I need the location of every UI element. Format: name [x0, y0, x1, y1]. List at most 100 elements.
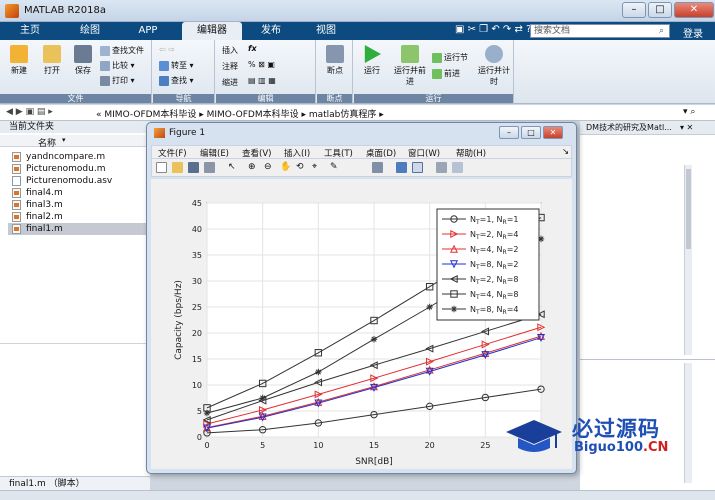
- menu-dock-icon[interactable]: ↘: [562, 147, 569, 157]
- close-button[interactable]: ✕: [674, 2, 714, 18]
- breadcrumb-item[interactable]: MIMO-OFDM本科毕设: [207, 110, 299, 120]
- data-point-series-6: [203, 409, 211, 417]
- x-tick-label: 10: [313, 441, 323, 450]
- file-item[interactable]: final4.m: [8, 187, 150, 199]
- menu-view[interactable]: 查看(V): [242, 147, 271, 159]
- quick-access-toolbar[interactable]: ▣ ✂ ❐ ↶ ↷ ⇄ ?: [455, 24, 531, 35]
- figure-toolbar: ↖ ⊕ ⊖ ✋ ⟲ ⌖ ✎: [151, 159, 572, 177]
- open-file-icon[interactable]: [172, 162, 183, 173]
- run-time-button[interactable]: 运行并计时: [476, 45, 512, 87]
- colorbar-icon[interactable]: [396, 162, 407, 173]
- figure-close-button[interactable]: ✕: [543, 126, 563, 139]
- y-axis-label: Capacity (bps/Hz): [174, 280, 184, 360]
- indent-tools-icon[interactable]: ▤ ▥ ▦: [248, 76, 276, 85]
- sort-icon[interactable]: ▾: [62, 136, 66, 144]
- new-figure-icon[interactable]: [156, 162, 167, 173]
- legend-icon[interactable]: [412, 162, 423, 173]
- show-plot-tools-icon[interactable]: [452, 162, 463, 173]
- login-link[interactable]: 登录: [683, 25, 703, 40]
- editor-scrollbar[interactable]: [684, 165, 692, 355]
- figure-maximize-button[interactable]: □: [521, 126, 541, 139]
- file-item[interactable]: final3.m: [8, 199, 150, 211]
- breakpoints-button[interactable]: 断点: [321, 45, 349, 76]
- brush-icon[interactable]: ✎: [330, 162, 341, 173]
- data-cursor-icon[interactable]: ⌖: [312, 162, 323, 173]
- y-tick-label: 20: [192, 329, 202, 338]
- save-disk-icon: [74, 45, 92, 63]
- stopwatch-icon: [485, 45, 503, 63]
- open-button[interactable]: 打开: [38, 45, 66, 76]
- tab-plots[interactable]: 绘图: [64, 22, 116, 40]
- save-figure-icon[interactable]: [188, 162, 199, 173]
- breadcrumb-item[interactable]: MIMO-OFDM本科毕设: [104, 110, 196, 120]
- tab-apps[interactable]: APP: [122, 22, 174, 40]
- file-item[interactable]: Picturenomodu.asv: [8, 175, 150, 187]
- minimize-button[interactable]: –: [622, 2, 646, 18]
- menu-help[interactable]: 帮助(H): [456, 147, 486, 159]
- edit-tools-icon[interactable]: % ⊠ ▣: [248, 60, 275, 69]
- run-section-icon: [432, 52, 442, 63]
- run-play-icon: [364, 45, 381, 63]
- indent-button[interactable]: 缩进: [222, 77, 238, 88]
- link-plot-icon[interactable]: [372, 162, 383, 173]
- run-section-button[interactable]: 运行节: [432, 52, 468, 63]
- advance-icon: [432, 68, 442, 79]
- print-button[interactable]: 打印 ▾: [100, 75, 135, 86]
- zoom-in-icon[interactable]: ⊕: [248, 162, 259, 173]
- editor-tab-controls-icon[interactable]: ▾ ✕: [680, 123, 693, 132]
- y-tick-label: 0: [197, 433, 202, 442]
- ribbon: 新建 打开 保存 查找文件 比较 ▾ 打印 ▾ 文件 ⇦ ⇨ 转至 ▾ 查找 ▾…: [0, 40, 715, 104]
- tab-home[interactable]: 主页: [6, 22, 54, 40]
- menu-edit[interactable]: 编辑(E): [200, 147, 229, 159]
- figure-minimize-button[interactable]: –: [499, 126, 519, 139]
- maximize-button[interactable]: □: [648, 2, 672, 18]
- new-button[interactable]: 新建: [6, 45, 32, 76]
- y-tick-label: 30: [192, 277, 202, 286]
- goto-button[interactable]: 转至 ▾: [159, 60, 194, 71]
- figure-menu-bar: 文件(F) 编辑(E) 查看(V) 插入(I) 工具(T) 桌面(D) 窗口(W…: [151, 145, 572, 159]
- menu-tools[interactable]: 工具(T): [324, 147, 353, 159]
- search-icon[interactable]: ⌕: [659, 26, 664, 36]
- column-header[interactable]: 名称 ▾: [0, 135, 150, 149]
- run-advance-button[interactable]: 运行并前进: [392, 45, 428, 87]
- print-figure-icon[interactable]: [204, 162, 215, 173]
- nav-back-icon[interactable]: ⇦ ⇨: [159, 45, 175, 54]
- advance-button[interactable]: 前进: [432, 68, 460, 79]
- tab-view[interactable]: 视图: [304, 22, 348, 40]
- file-item[interactable]: Picturenomodu.m: [8, 163, 150, 175]
- run-button[interactable]: 运行: [358, 45, 386, 76]
- fx-button[interactable]: fx: [248, 44, 257, 53]
- menu-insert[interactable]: 插入(I): [284, 147, 310, 159]
- file-item[interactable]: yandncompare.m: [8, 151, 150, 163]
- file-group-label: 文件: [0, 94, 151, 103]
- hide-plot-tools-icon[interactable]: [436, 162, 447, 173]
- breadcrumb-item[interactable]: matlab仿真程序: [309, 110, 377, 120]
- insert-button[interactable]: 插入: [222, 45, 238, 56]
- save-button[interactable]: 保存: [70, 45, 96, 76]
- breadcrumb[interactable]: « MIMO-OFDM本科毕设 ▸ MIMO-OFDM本科毕设 ▸ matlab…: [96, 107, 384, 120]
- panel-title: 当前文件夹: [0, 121, 150, 133]
- tab-editor[interactable]: 编辑器: [182, 22, 242, 40]
- zoom-out-icon[interactable]: ⊖: [264, 162, 275, 173]
- rotate-icon[interactable]: ⟲: [296, 162, 307, 173]
- status-bar: [0, 490, 715, 500]
- comment-button[interactable]: 注释: [222, 61, 238, 72]
- path-dropdown-icon[interactable]: ▾ ⌕: [683, 107, 695, 117]
- file-item-selected[interactable]: final1.m: [8, 223, 150, 235]
- menu-desktop[interactable]: 桌面(D): [366, 147, 396, 159]
- menu-window[interactable]: 窗口(W): [408, 147, 440, 159]
- tab-publish[interactable]: 发布: [250, 22, 292, 40]
- editor-tab[interactable]: DM技术的研究及Matl...: [580, 121, 715, 135]
- find-button[interactable]: 查找 ▾: [159, 75, 194, 86]
- pan-icon[interactable]: ✋: [280, 162, 291, 173]
- pointer-icon[interactable]: ↖: [228, 162, 239, 173]
- file-item[interactable]: final2.m: [8, 211, 150, 223]
- goto-icon: [159, 60, 169, 71]
- find-files-button[interactable]: 查找文件: [100, 45, 144, 56]
- nav-arrows-icon[interactable]: ◀ ▶ ▣ ▤ ▸: [6, 107, 53, 117]
- x-tick-label: 0: [204, 441, 209, 450]
- compare-button[interactable]: 比较 ▾: [100, 60, 135, 71]
- search-docs-input[interactable]: 搜索文档: [530, 24, 670, 38]
- menu-file[interactable]: 文件(F): [158, 147, 187, 159]
- x-axis-label: SNR[dB]: [355, 457, 393, 467]
